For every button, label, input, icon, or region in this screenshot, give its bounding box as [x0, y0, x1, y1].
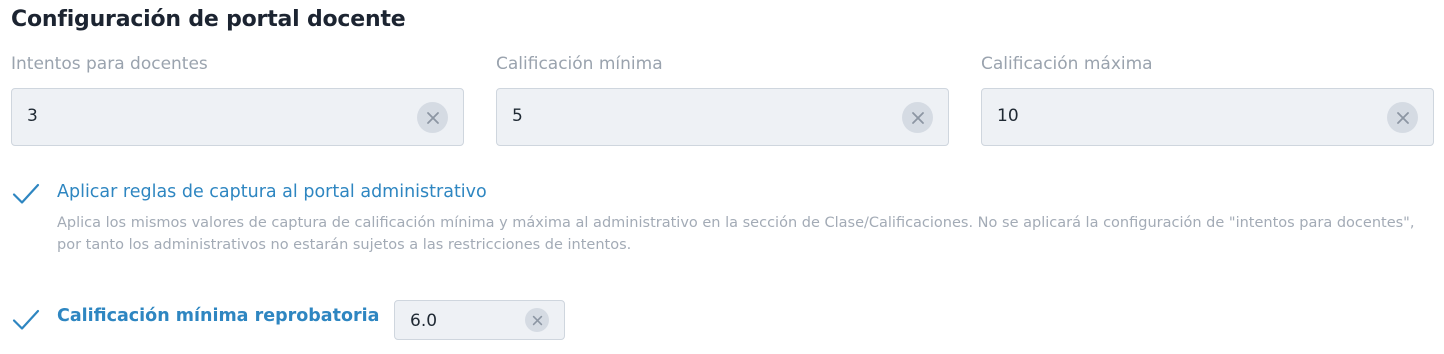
close-icon[interactable] [525, 308, 549, 332]
min-grade-input[interactable]: 5 [496, 88, 949, 146]
attempts-label: Intentos para docentes [11, 54, 208, 74]
failing-grade-option: Calificación mínima reprobatoria 6.0 [12, 300, 712, 342]
failing-grade-value: 6.0 [410, 311, 438, 331]
max-grade-input[interactable]: 10 [981, 88, 1434, 146]
failing-grade-label[interactable]: Calificación mínima reprobatoria [57, 306, 379, 326]
min-grade-value: 5 [512, 106, 523, 126]
close-icon[interactable] [417, 102, 448, 133]
attempts-field-group: Intentos para docentes 3 [11, 52, 466, 146]
max-grade-label: Calificación máxima [981, 54, 1153, 74]
min-grade-label: Calificación mínima [496, 54, 663, 74]
max-grade-field-group: Calificación máxima 10 [981, 52, 1436, 146]
capture-rules-description: Aplica los mismos valores de captura de … [57, 215, 1415, 253]
page-title: Configuración de portal docente [11, 7, 406, 32]
max-grade-value: 10 [997, 106, 1019, 126]
failing-grade-input[interactable]: 6.0 [394, 300, 565, 340]
attempts-value: 3 [27, 106, 38, 126]
close-icon[interactable] [902, 102, 933, 133]
check-icon[interactable] [12, 182, 40, 206]
capture-rules-title[interactable]: Aplicar reglas de captura al portal admi… [57, 182, 487, 202]
check-icon[interactable] [12, 308, 40, 332]
close-icon[interactable] [1387, 102, 1418, 133]
min-grade-field-group: Calificación mínima 5 [496, 52, 951, 146]
attempts-input[interactable]: 3 [11, 88, 464, 146]
